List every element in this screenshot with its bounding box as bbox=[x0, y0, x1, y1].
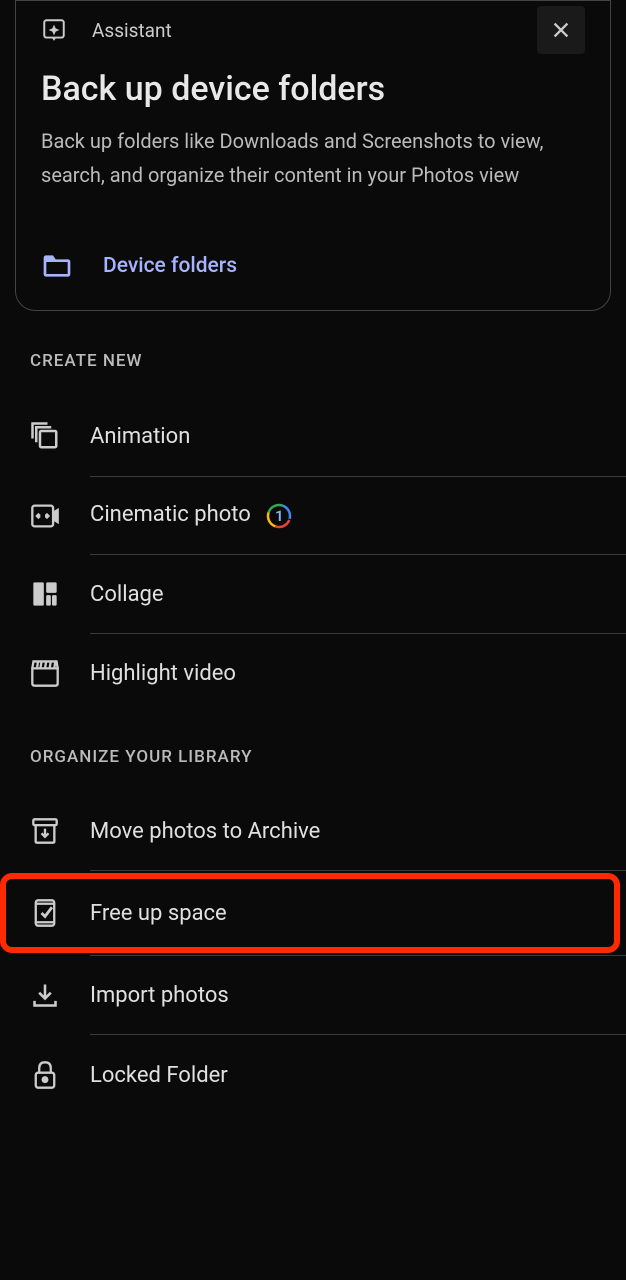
device-folders-label: Device folders bbox=[103, 254, 237, 278]
locked-folder-item[interactable]: Locked Folder bbox=[0, 1035, 626, 1115]
archive-icon bbox=[30, 817, 60, 845]
free-up-highlight: Free up space bbox=[0, 873, 620, 953]
animation-item[interactable]: Animation bbox=[0, 396, 626, 476]
import-icon bbox=[30, 981, 60, 1009]
device-folders-action[interactable]: Device folders bbox=[41, 252, 585, 280]
highlight-video-item[interactable]: Highlight video bbox=[0, 634, 626, 712]
card-header: Assistant bbox=[41, 1, 585, 69]
organize-header: ORGANIZE YOUR LIBRARY bbox=[0, 747, 626, 767]
free-up-icon bbox=[30, 898, 60, 928]
collage-label: Collage bbox=[90, 582, 596, 607]
assistant-label: Assistant bbox=[92, 19, 172, 42]
animation-icon bbox=[30, 421, 60, 451]
cinematic-label: Cinematic photo 1 bbox=[90, 502, 596, 529]
free-up-item[interactable]: Free up space bbox=[6, 879, 614, 947]
assistant-icon bbox=[41, 17, 67, 43]
backup-card: Assistant Back up device folders Back up… bbox=[15, 0, 611, 311]
archive-item[interactable]: Move photos to Archive bbox=[0, 792, 626, 870]
card-description: Back up folders like Downloads and Scree… bbox=[41, 124, 585, 192]
animation-label: Animation bbox=[90, 424, 596, 449]
cinematic-item[interactable]: Cinematic photo 1 bbox=[0, 477, 626, 554]
highlight-video-icon bbox=[30, 659, 60, 687]
close-button[interactable] bbox=[537, 6, 585, 54]
import-label: Import photos bbox=[90, 983, 596, 1008]
folder-icon bbox=[41, 252, 73, 280]
create-new-header: CREATE NEW bbox=[0, 351, 626, 371]
archive-label: Move photos to Archive bbox=[90, 819, 596, 844]
free-up-label: Free up space bbox=[90, 901, 590, 926]
google-one-badge: 1 bbox=[266, 503, 292, 529]
header-left: Assistant bbox=[41, 17, 172, 43]
highlight-video-label: Highlight video bbox=[90, 661, 596, 686]
one-badge-text: 1 bbox=[275, 507, 284, 525]
locked-folder-label: Locked Folder bbox=[90, 1063, 596, 1088]
cinematic-text: Cinematic photo bbox=[90, 502, 251, 527]
card-title: Back up device folders bbox=[41, 69, 585, 109]
collage-icon bbox=[30, 580, 60, 608]
cinematic-icon bbox=[30, 503, 60, 529]
divider bbox=[90, 870, 626, 871]
import-item[interactable]: Import photos bbox=[0, 956, 626, 1034]
lock-icon bbox=[30, 1060, 60, 1090]
collage-item[interactable]: Collage bbox=[0, 555, 626, 633]
